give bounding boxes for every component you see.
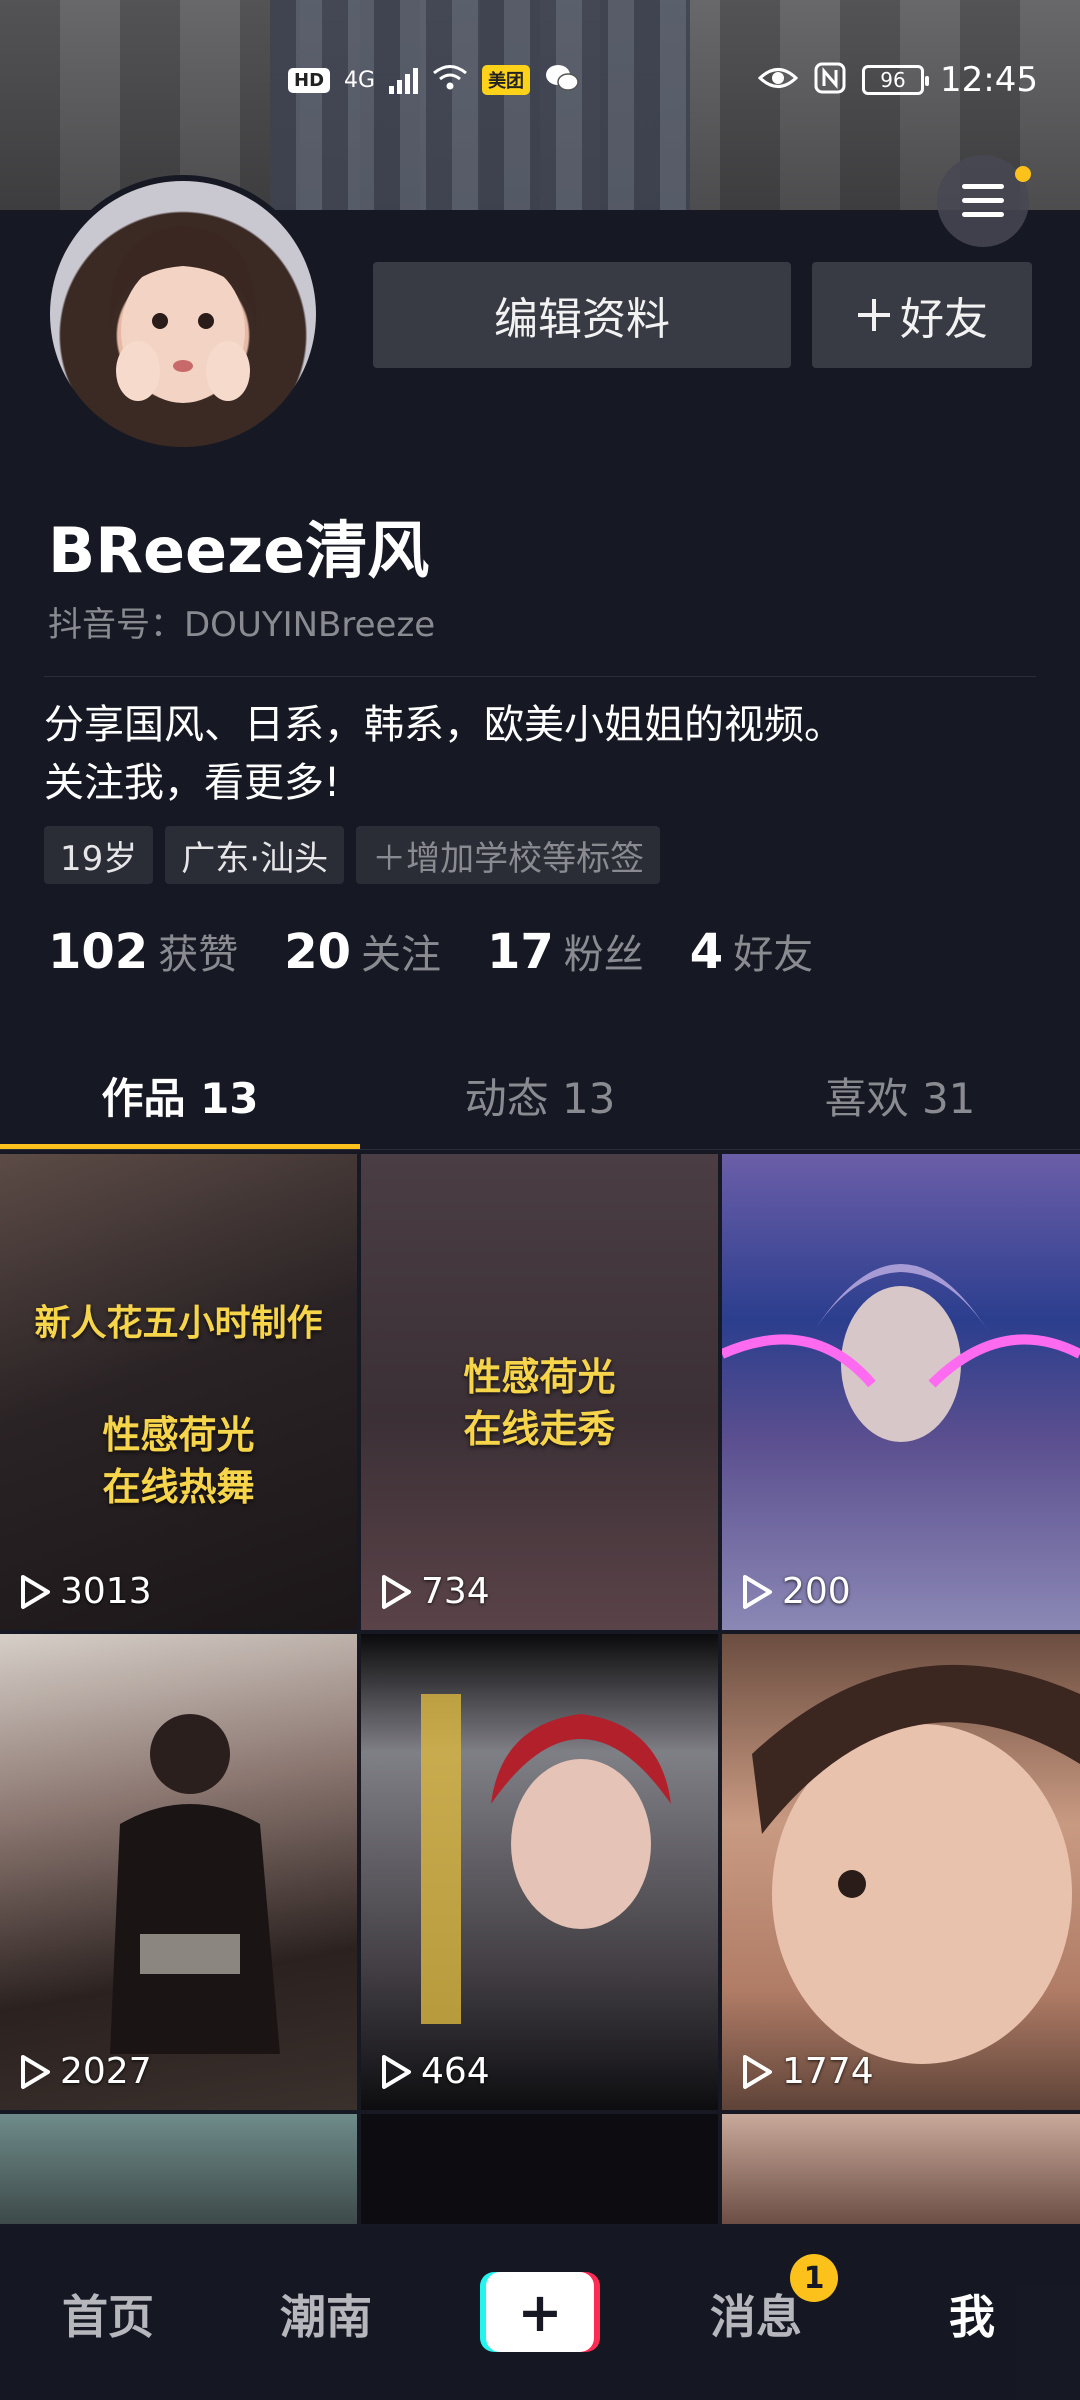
followers-count: 17 — [487, 924, 554, 980]
video-thumbnail[interactable]: 200 — [722, 1154, 1080, 1630]
nav-trend[interactable]: 潮南 — [266, 2228, 386, 2400]
thumbnail-art — [752, 1664, 1080, 2064]
douyin-id[interactable]: 抖音号：DOUYINBreeze — [48, 597, 435, 646]
video-thumbnail[interactable]: 464 — [361, 1634, 718, 2110]
profile-tags: 19岁 广东·汕头 ＋增加学校等标签 — [44, 826, 661, 884]
play-icon — [743, 1574, 772, 1609]
video-thumbnail[interactable] — [722, 2114, 1080, 2224]
add-school-tag-button[interactable]: ＋增加学校等标签 — [356, 826, 661, 884]
profile-tabs: 作品 13 动态 13 喜欢 31 — [0, 1040, 1080, 1150]
following-stat[interactable]: 20 关注 — [284, 922, 441, 980]
following-count: 20 — [284, 924, 351, 980]
avatar-image — [50, 181, 316, 447]
friends-stat[interactable]: 4 好友 — [690, 922, 813, 980]
status-bar-right: 96 12:45 — [757, 60, 1038, 100]
clock: 12:45 — [940, 60, 1038, 100]
thumbnail-art — [110, 1714, 280, 2054]
nav-me[interactable]: 我 — [932, 2228, 1012, 2400]
video-caption: 在线热舞 — [102, 1465, 255, 1509]
followers-label: 粉丝 — [563, 932, 644, 978]
view-count-value: 1774 — [782, 2051, 874, 2092]
view-count: 1774 — [740, 2051, 874, 2092]
video-caption: 在线走秀 — [463, 1407, 616, 1451]
location-tag[interactable]: 广东·汕头 — [165, 826, 345, 884]
meituan-app-icon: 美团 — [482, 65, 531, 95]
video-thumbnail[interactable] — [361, 2114, 718, 2224]
status-bar: HD 4G 美团 96 12:45 — [0, 40, 1080, 120]
view-count: 734 — [379, 1571, 490, 1612]
tab-divider — [0, 1149, 1080, 1150]
play-icon — [382, 1574, 411, 1609]
nfc-icon — [814, 62, 846, 98]
plus-icon: + — [486, 2272, 594, 2352]
view-count-value: 464 — [421, 2051, 490, 2092]
view-count-value: 2027 — [60, 2051, 152, 2092]
tab-activity[interactable]: 动态 13 — [360, 1040, 720, 1150]
likes-label: 获赞 — [158, 932, 239, 978]
age-tag[interactable]: 19岁 — [44, 826, 154, 884]
video-caption: 新人花五小时制作 — [34, 1303, 323, 1344]
followers-stat[interactable]: 17 粉丝 — [487, 922, 644, 980]
wechat-icon — [544, 63, 580, 97]
profile-stats: 102 获赞 20 关注 17 粉丝 4 好友 — [48, 922, 813, 980]
wifi-icon — [432, 64, 468, 96]
likes-count: 102 — [48, 924, 149, 980]
username: BReeze清风 — [48, 514, 430, 587]
add-friend-button[interactable]: 好友 — [812, 262, 1032, 368]
messages-badge: 1 — [790, 2254, 838, 2302]
view-count-value: 3013 — [60, 1571, 152, 1612]
tab-likes[interactable]: 喜欢 31 — [720, 1040, 1080, 1150]
create-button[interactable]: + — [480, 2272, 600, 2352]
play-icon — [743, 2054, 772, 2089]
view-count: 464 — [379, 2051, 490, 2092]
likes-stat[interactable]: 102 获赞 — [48, 922, 238, 980]
view-count: 3013 — [18, 1571, 152, 1612]
video-thumbnail[interactable] — [0, 2114, 357, 2224]
menu-notification-dot — [1015, 166, 1031, 182]
video-caption: 性感荷光 — [102, 1413, 255, 1457]
bio-line: 关注我，看更多! — [44, 760, 341, 806]
bottom-nav: 首页 潮南 + 消息 我 — [0, 2228, 1080, 2400]
view-count: 200 — [740, 1571, 851, 1612]
thumbnail-art — [722, 1264, 1080, 1442]
view-count-value: 200 — [782, 1571, 851, 1612]
video-caption: 性感荷光 — [463, 1355, 616, 1399]
signal-icon — [389, 66, 419, 94]
battery-indicator: 96 — [862, 65, 930, 95]
nav-messages[interactable]: 消息 — [696, 2228, 816, 2400]
video-thumbnail[interactable]: 性感荷光 在线走秀 734 — [361, 1154, 718, 1630]
view-count: 2027 — [18, 2051, 152, 2092]
following-label: 关注 — [361, 932, 441, 978]
hamburger-icon — [962, 184, 1004, 217]
bio: 分享国风、日系，韩系，欧美小姐姐的视频。 关注我，看更多! — [44, 696, 1034, 812]
bio-line: 分享国风、日系，韩系，欧美小姐姐的视频。 — [44, 702, 844, 748]
menu-button[interactable] — [937, 155, 1029, 247]
video-thumbnail[interactable]: 新人花五小时制作 性感荷光 在线热舞 3013 — [0, 1154, 357, 1630]
hd-indicator: HD — [288, 67, 331, 93]
video-grid: 新人花五小时制作 性感荷光 在线热舞 3013 性感荷光 在线走秀 734 20… — [0, 1154, 1080, 2224]
view-count-value: 734 — [421, 1571, 490, 1612]
play-icon — [21, 1574, 50, 1609]
play-icon — [21, 2054, 50, 2089]
plus-icon — [858, 299, 890, 331]
video-thumbnail[interactable]: 1774 — [722, 1634, 1080, 2110]
friends-label: 好友 — [733, 932, 814, 978]
add-friend-label: 好友 — [900, 294, 988, 345]
network-type: 4G — [344, 67, 376, 93]
edit-profile-button[interactable]: 编辑资料 — [373, 262, 791, 368]
friends-count: 4 — [689, 924, 724, 980]
eye-icon — [757, 65, 799, 95]
video-thumbnail[interactable]: 2027 — [0, 1634, 357, 2110]
thumbnail-art — [421, 1694, 671, 2024]
nav-home[interactable]: 首页 — [48, 2228, 168, 2400]
avatar[interactable] — [44, 175, 322, 453]
tab-works[interactable]: 作品 13 — [0, 1040, 360, 1150]
play-icon — [382, 2054, 411, 2089]
divider — [44, 676, 1036, 677]
status-bar-left: HD 4G 美团 — [288, 63, 580, 97]
